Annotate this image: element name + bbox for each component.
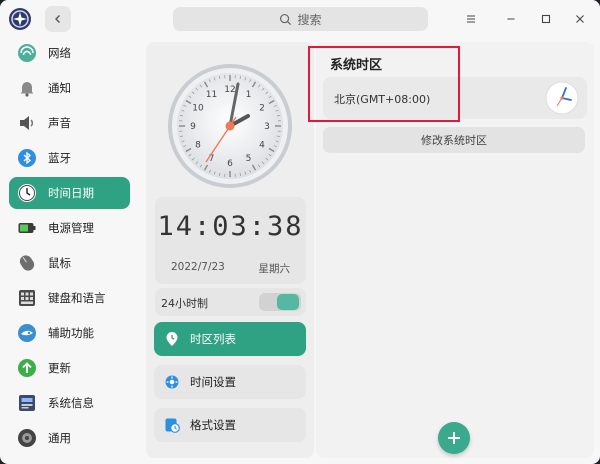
tab-label: 时区列表 (190, 332, 236, 346)
chevron-left-icon (55, 15, 60, 23)
tab-time-settings[interactable]: 时间设置 (154, 365, 306, 399)
svg-text:12: 12 (224, 85, 235, 95)
sidebar-item-label: 电源管理 (48, 221, 94, 235)
add-timezone-button[interactable] (438, 422, 470, 454)
highlight-box (308, 46, 460, 122)
change-timezone-button[interactable]: 修改系统时区 (323, 127, 585, 153)
location-pin-icon (164, 331, 180, 347)
close-icon (576, 15, 584, 23)
system-info-icon (17, 393, 37, 413)
sidebar-item-label: 键盘和语言 (48, 291, 106, 305)
mouse-icon (17, 253, 37, 273)
search-placeholder: 搜索 (297, 12, 322, 27)
digital-time: 14:03:38 (157, 211, 304, 242)
24h-format-toggle[interactable] (259, 293, 301, 311)
general-icon (17, 428, 37, 448)
sidebar-item-label: 辅助功能 (48, 326, 94, 340)
app-logo-icon (9, 8, 31, 30)
gear-icon (164, 374, 180, 390)
sidebar-item-update[interactable]: 更新 (9, 352, 130, 384)
tab-label: 格式设置 (190, 418, 236, 432)
svg-text:3: 3 (264, 122, 270, 132)
svg-text:11: 11 (206, 90, 217, 100)
accessibility-icon (17, 323, 37, 343)
digital-clock-card: 14:03:38 2022/7/23 星期六 (155, 197, 306, 284)
toggle-knob (277, 294, 299, 310)
minimize-icon (507, 18, 515, 20)
sidebar-item-label: 系统信息 (48, 396, 94, 410)
sidebar-item-label: 声音 (48, 116, 71, 130)
svg-text:6: 6 (227, 159, 233, 169)
title-bar: 搜索 (0, 0, 600, 40)
sidebar-item-label: 蓝牙 (48, 151, 71, 165)
sidebar-item-notifications[interactable]: 通知 (9, 72, 130, 104)
battery-icon (17, 218, 37, 238)
svg-text:9: 9 (190, 122, 196, 132)
sidebar-item-label: 鼠标 (48, 256, 71, 270)
sidebar-item-power[interactable]: 电源管理 (9, 212, 130, 244)
tab-format-settings[interactable]: 格式设置 (154, 408, 306, 442)
mini-clock-icon (545, 81, 579, 115)
search-input[interactable]: 搜索 (173, 7, 428, 31)
sidebar-item-label: 更新 (48, 361, 71, 375)
svg-text:10: 10 (192, 104, 204, 114)
hamburger-icon (467, 15, 475, 23)
svg-text:5: 5 (246, 154, 252, 164)
maximize-button[interactable] (537, 10, 555, 28)
sidebar-item-label: 时间日期 (48, 186, 94, 200)
keyboard-icon (17, 288, 37, 308)
sidebar-item-label: 网络 (48, 46, 71, 60)
sidebar: 网络 通知 声音 蓝牙 时间日期 电源管理 鼠标 键盘和语言 辅助功能 更新 系… (0, 40, 138, 464)
analog-clock: 1234567891011 12 (168, 64, 292, 188)
sidebar-item-label: 通知 (48, 81, 71, 95)
weekday-label: 星期六 (258, 263, 291, 275)
sidebar-item-mouse[interactable]: 鼠标 (9, 247, 130, 279)
svg-text:4: 4 (259, 141, 265, 151)
bell-icon (17, 78, 37, 98)
format-icon (164, 417, 180, 433)
svg-text:2: 2 (259, 104, 265, 114)
sidebar-item-keyboard[interactable]: 键盘和语言 (9, 282, 130, 314)
24h-format-label: 24小时制 (161, 297, 208, 310)
sidebar-item-bluetooth[interactable]: 蓝牙 (9, 142, 130, 174)
search-icon (280, 13, 292, 25)
speaker-icon (17, 113, 37, 133)
date-label: 2022/7/23 (171, 261, 225, 273)
sidebar-item-general[interactable]: 通用 (9, 422, 130, 454)
sidebar-item-label: 通用 (48, 431, 71, 445)
update-icon (17, 358, 37, 378)
bluetooth-icon (17, 148, 37, 168)
maximize-icon (541, 14, 551, 24)
minimize-button[interactable] (502, 10, 520, 28)
24h-format-row: 24小时制 (155, 288, 306, 316)
svg-text:1: 1 (246, 90, 252, 100)
clock-icon (17, 183, 37, 203)
close-button[interactable] (571, 10, 589, 28)
tab-timezone-list[interactable]: 时区列表 (154, 322, 306, 356)
plus-icon (448, 432, 460, 444)
back-button[interactable] (45, 6, 71, 32)
settings-window: 搜索 网络 通知 声音 蓝牙 时间日期 电源管理 鼠标 键盘和语言 辅助功能 更… (0, 0, 600, 464)
sidebar-item-system-info[interactable]: 系统信息 (9, 387, 130, 419)
sidebar-item-accessibility[interactable]: 辅助功能 (9, 317, 130, 349)
tab-label: 时间设置 (190, 375, 236, 389)
menu-button[interactable] (462, 10, 480, 28)
sidebar-item-datetime[interactable]: 时间日期 (9, 177, 130, 209)
network-icon (17, 43, 37, 63)
sidebar-item-network[interactable]: 网络 (9, 37, 130, 69)
svg-text:8: 8 (195, 141, 201, 151)
sidebar-item-sound[interactable]: 声音 (9, 107, 130, 139)
